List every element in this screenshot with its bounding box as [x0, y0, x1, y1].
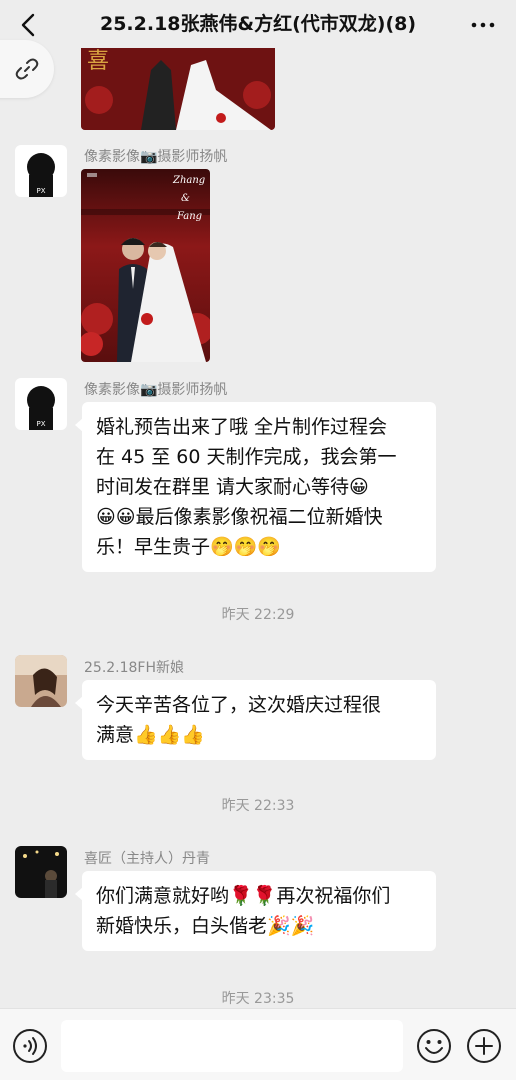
avatar-photographer[interactable]: PX [15, 145, 67, 197]
plus-button[interactable] [466, 1028, 502, 1064]
back-button[interactable] [14, 10, 44, 40]
ellipsis-icon [471, 22, 495, 28]
more-button[interactable] [468, 10, 498, 40]
smiley-icon [417, 1029, 451, 1063]
svg-text:喜: 喜 [87, 49, 109, 74]
message-input[interactable] [61, 1020, 403, 1072]
message-line: 乐！早生贵子🤭🤭🤭 [96, 536, 281, 558]
link-icon [15, 58, 39, 80]
message-bubble[interactable]: 今天辛苦各位了，这次婚庆过程很 满意👍👍👍 [75, 680, 436, 760]
message-line: 时间发在群里 请大家耐心等待😀 [96, 476, 369, 498]
input-bar [0, 1008, 516, 1080]
message-bubble[interactable]: 婚礼预告出来了哦 全片制作过程会 在 45 至 60 天制作完成，我会第一 时间… [75, 402, 436, 572]
voice-button[interactable] [12, 1028, 48, 1064]
emoji-button[interactable] [416, 1028, 452, 1064]
message-line: 婚礼预告出来了哦 全片制作过程会 [96, 416, 388, 438]
chevron-left-icon [21, 13, 35, 37]
chat-header: 25.2.18张燕伟&方红(代市双龙)(8) [0, 0, 516, 48]
photo-overlay-line-2: & [181, 193, 190, 204]
photo-overlay-line-3: Fang [176, 211, 202, 222]
message-list[interactable]: 喜 PX 像素影像📷摄影师扬帆 Zhang & Fang PX 像素影像📷摄影师… [0, 0, 516, 1008]
avatar-photographer[interactable]: PX [15, 378, 67, 430]
message-line: 在 45 至 60 天制作完成，我会第一 [96, 446, 397, 468]
sender-name: 25.2.18FH新娘 [84, 660, 185, 676]
timestamp: 昨天 23:35 [221, 991, 295, 1007]
chat-screen: 喜 PX 像素影像📷摄影师扬帆 Zhang & Fang PX 像素影像📷摄影师… [0, 0, 516, 1080]
message-line: 新婚快乐，白头偕老🎉🎉 [96, 915, 315, 937]
message-line: 今天辛苦各位了，这次婚庆过程很 [96, 694, 382, 716]
avatar-bride[interactable] [15, 655, 67, 707]
sender-name: 像素影像📷摄影师扬帆 [84, 382, 228, 398]
wedding-photo-message[interactable]: Zhang & Fang [81, 169, 210, 362]
avatar-text: PX [36, 420, 45, 428]
message-line: 你们满意就好哟🌹🌹再次祝福你们 [96, 885, 391, 907]
sender-name: 像素影像📷摄影师扬帆 [84, 149, 228, 165]
message-line: 满意👍👍👍 [96, 724, 205, 746]
timestamp: 昨天 22:29 [221, 607, 295, 623]
message-bubble[interactable]: 你们满意就好哟🌹🌹再次祝福你们 新婚快乐，白头偕老🎉🎉 [75, 871, 436, 951]
message-line: 😀😀最后像素影像祝福二位新婚快 [96, 506, 383, 528]
timestamp: 昨天 22:33 [221, 798, 295, 814]
photo-overlay-line-1: Zhang [172, 175, 205, 186]
plus-circle-icon [467, 1029, 501, 1063]
avatar-text: PX [36, 187, 45, 195]
voice-icon [13, 1029, 47, 1063]
avatar-host[interactable] [15, 846, 67, 898]
chat-title: 25.2.18张燕伟&方红(代市双龙)(8) [99, 13, 417, 35]
sender-name: 喜匠（主持人）丹青 [84, 851, 210, 867]
